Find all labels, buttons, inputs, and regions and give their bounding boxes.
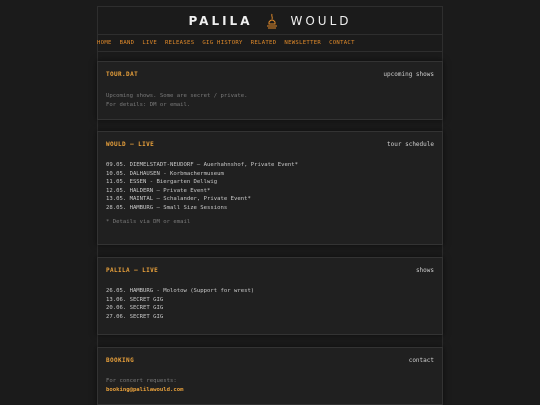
booking-email-link[interactable]: booking@palilawould.com xyxy=(106,386,434,395)
nav-related[interactable]: RELATED xyxy=(251,40,277,46)
gig-row: 10.05. DALHAUSEN - Korbmachermuseum xyxy=(106,170,224,177)
main-nav: HOME BAND LIVE RELEASES GIG HISTORY RELA… xyxy=(97,34,443,52)
booking-tag: contact xyxy=(408,357,434,364)
would-live-header: WOULD — LIVE tour schedule xyxy=(98,132,442,148)
gig-row: 13.05. MAINTAL — Schalander, Private Eve… xyxy=(106,196,251,202)
palila-live-tag: shows xyxy=(415,267,434,274)
tour-line: For details: DM or email. xyxy=(106,101,191,108)
nav-home[interactable]: HOME xyxy=(97,40,112,46)
gig-note: * Details via DM or email xyxy=(106,219,191,225)
tour-card-tag: upcoming shows xyxy=(383,71,434,78)
palila-live-card: PALILA — LIVE shows 26.05. HAMBURG - Mol… xyxy=(97,257,443,335)
tour-card-body: Upcoming shows. Some are secret / privat… xyxy=(98,78,442,109)
brand-palila[interactable]: PALILA xyxy=(188,14,252,28)
gig-row: 11.05. ESSEN - Biergarten Dellwig xyxy=(106,179,218,185)
palila-live-body: 26.05. HAMBURG - Molotow (Support for wr… xyxy=(98,274,442,321)
tour-line: Upcoming shows. Some are secret / privat… xyxy=(106,93,248,99)
tour-card: TOUR.DAT upcoming shows Upcoming shows. … xyxy=(97,61,443,120)
would-live-body: 09.05. DIEMELSTADT-NEUDORF — Auerhahnsho… xyxy=(98,148,442,227)
palila-live-title: PALILA — LIVE xyxy=(106,267,159,274)
gig-row: 27.06. SECRET GIG xyxy=(106,313,164,320)
booking-header: BOOKING contact xyxy=(98,348,442,364)
gig-row: 13.06. SECRET GIG xyxy=(106,296,164,303)
brand-would[interactable]: WOULD xyxy=(291,14,352,28)
nav-releases[interactable]: RELEASES xyxy=(165,40,194,46)
palila-live-header: PALILA — LIVE shows xyxy=(98,258,442,274)
nav-gig-history[interactable]: GIG HISTORY xyxy=(202,40,242,46)
nav-contact[interactable]: CONTACT xyxy=(329,40,355,46)
gig-row: 26.05. HAMBURG - Molotow (Support for wr… xyxy=(106,288,255,294)
site-header: PALILA WOULD xyxy=(97,6,443,34)
gig-row: 09.05. DIEMELSTADT-NEUDORF — Auerhahnsho… xyxy=(106,162,298,168)
nav-band[interactable]: BAND xyxy=(120,40,135,46)
booking-body: For concert requests: booking@palilawoul… xyxy=(98,364,442,394)
would-live-tag: tour schedule xyxy=(387,141,434,148)
booking-card: BOOKING contact For concert requests: bo… xyxy=(97,347,443,405)
would-live-card: WOULD — LIVE tour schedule 09.05. DIEMEL… xyxy=(97,131,443,245)
nav-newsletter[interactable]: NEWSLETTER xyxy=(284,40,321,46)
booking-line: For concert requests: xyxy=(106,378,177,384)
booking-title: BOOKING xyxy=(106,357,135,364)
would-live-title: WOULD — LIVE xyxy=(106,141,155,148)
tour-card-title: TOUR.DAT xyxy=(106,71,139,78)
gig-row: 28.05. HAMBURG — Small Size Sessions xyxy=(106,204,228,211)
nav-live[interactable]: LIVE xyxy=(142,40,157,46)
gig-row: 12.05. HALDERN — Private Event* xyxy=(106,187,211,194)
tour-card-header: TOUR.DAT upcoming shows xyxy=(98,62,442,78)
gig-row: 20.06. SECRET GIG xyxy=(106,305,164,311)
lamp-icon xyxy=(265,13,279,29)
